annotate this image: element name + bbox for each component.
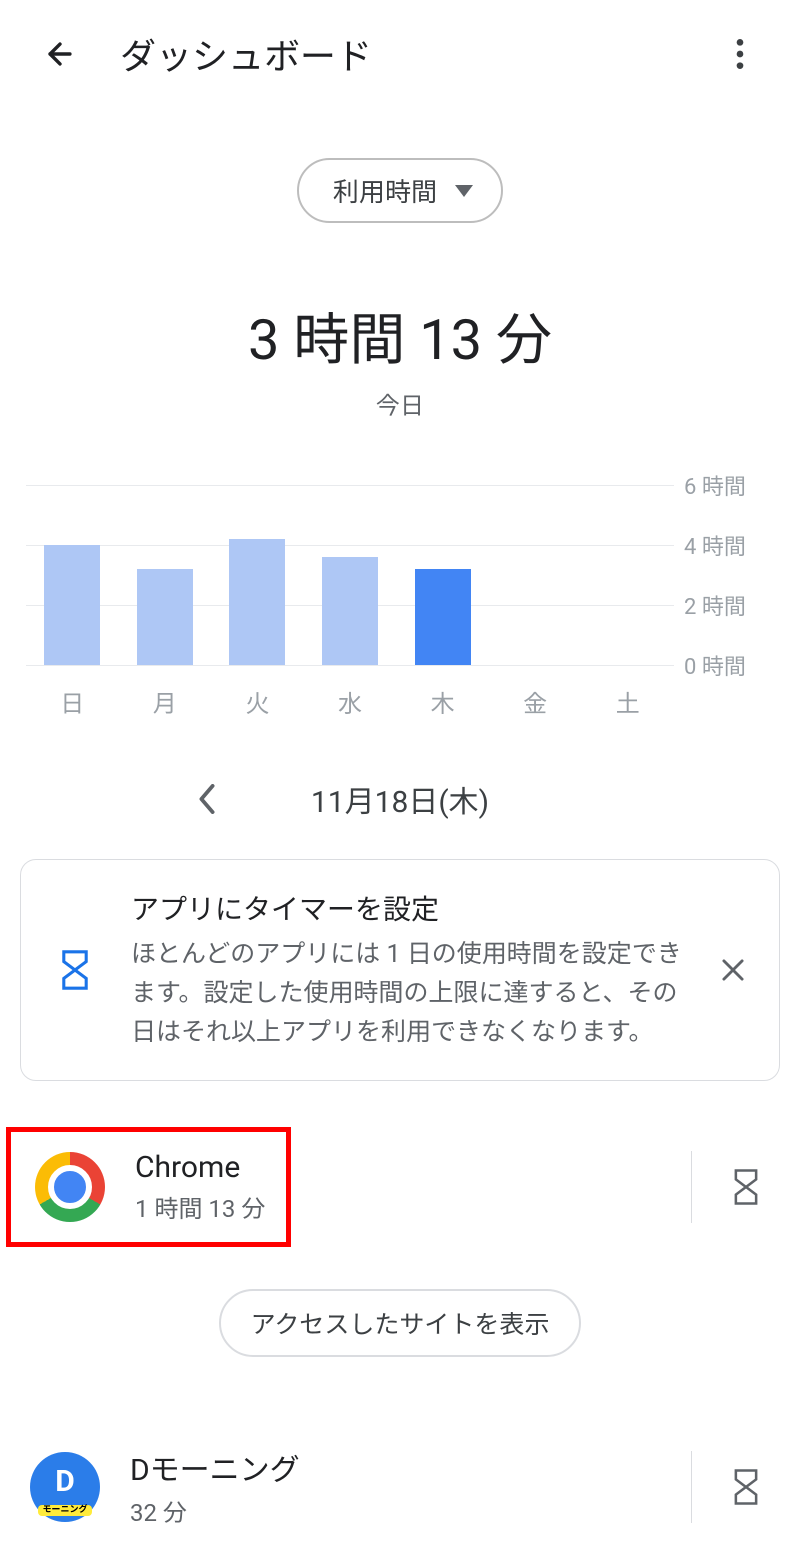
more-vertical-icon: [736, 39, 744, 69]
chart-bar[interactable]: [415, 569, 471, 665]
chart-bar-slot: [119, 485, 212, 665]
chrome-app-icon: [35, 1152, 105, 1222]
chart-bar-slot: [211, 485, 304, 665]
app-row-dmorning: D モーニング Dモーニング 32 分: [0, 1421, 800, 1552]
app-usage-time: 1 時間 13 分: [135, 1189, 266, 1224]
app-name: Chrome: [135, 1150, 266, 1185]
timer-info-card: アプリにタイマーを設定 ほとんどのアプリには 1 日の使用時間を設定できます。設…: [20, 859, 780, 1081]
chart-x-tick-label: 金: [489, 684, 582, 719]
app-header: ダッシュボード: [0, 0, 800, 100]
info-card-description: ほとんどのアプリには 1 日の使用時間を設定できます。設定した使用時間の上限に達…: [131, 936, 683, 1052]
chart-bar[interactable]: [44, 545, 100, 665]
divider: [691, 1151, 692, 1223]
chart-x-tick-label: 日: [26, 684, 119, 719]
close-icon: [720, 957, 746, 983]
prev-day-button[interactable]: [183, 775, 231, 823]
set-timer-button[interactable]: [720, 1161, 772, 1213]
chart-y-tick-label: 2 時間: [684, 589, 774, 621]
chevron-left-icon: [197, 784, 217, 814]
total-usage-time: 3 時間 13 分: [0, 295, 800, 376]
chart-x-tick-label: 火: [211, 684, 304, 719]
chart-bar[interactable]: [229, 539, 285, 665]
chart-gridline: [26, 665, 674, 666]
show-sites-label: アクセスしたサイトを表示: [251, 1311, 550, 1340]
hourglass-icon: [45, 949, 105, 991]
set-timer-button[interactable]: [720, 1461, 772, 1513]
chart-x-tick-label: 木: [396, 684, 489, 719]
app-row-item[interactable]: D モーニング Dモーニング 32 分: [0, 1421, 691, 1552]
chart-bar-slot: [489, 485, 582, 665]
chart-y-tick-label: 4 時間: [684, 529, 774, 561]
chart-x-tick-label: 水: [304, 684, 397, 719]
today-label: 今日: [0, 386, 800, 421]
metric-selector[interactable]: 利用時間: [297, 158, 503, 223]
usage-bar-chart: 日月火水木金土 0 時間2 時間4 時間6 時間: [26, 485, 774, 685]
chart-bar[interactable]: [322, 557, 378, 665]
metric-selector-row: 利用時間: [0, 158, 800, 223]
back-button[interactable]: [36, 30, 84, 78]
chart-bar-slot: [26, 485, 119, 665]
date-navigator: 11月18日(木): [0, 775, 800, 823]
hourglass-icon: [733, 1468, 759, 1506]
chevron-down-icon: [455, 185, 473, 197]
chart-bar-slot: [396, 485, 489, 665]
chart-bar-slot: [581, 485, 674, 665]
info-card-title: アプリにタイマーを設定: [131, 888, 683, 928]
show-sites-row: アクセスしたサイトを表示: [0, 1289, 800, 1357]
arrow-left-icon: [43, 37, 77, 71]
current-date-label: 11月18日(木): [311, 777, 489, 821]
app-name: Dモーニング: [130, 1445, 669, 1489]
chart-x-tick-label: 土: [581, 684, 674, 719]
show-accessed-sites-button[interactable]: アクセスしたサイトを表示: [219, 1289, 582, 1357]
page-title: ダッシュボード: [120, 28, 716, 80]
info-card-close-button[interactable]: [709, 946, 757, 994]
hourglass-icon: [733, 1168, 759, 1206]
chart-bar[interactable]: [137, 569, 193, 665]
app-usage-time: 32 分: [130, 1493, 669, 1528]
chart-bar-slot: [304, 485, 397, 665]
chart-y-tick-label: 6 時間: [684, 469, 774, 501]
app-row-item[interactable]: Chrome 1 時間 13 分: [6, 1127, 291, 1247]
app-row-chrome: Chrome 1 時間 13 分: [0, 1127, 800, 1247]
metric-selector-label: 利用時間: [333, 172, 437, 209]
chart-x-tick-label: 月: [119, 684, 212, 719]
overflow-menu-button[interactable]: [716, 30, 764, 78]
divider: [691, 1451, 692, 1523]
chart-y-tick-label: 0 時間: [684, 649, 774, 681]
dmorning-app-icon: D モーニング: [30, 1452, 100, 1522]
